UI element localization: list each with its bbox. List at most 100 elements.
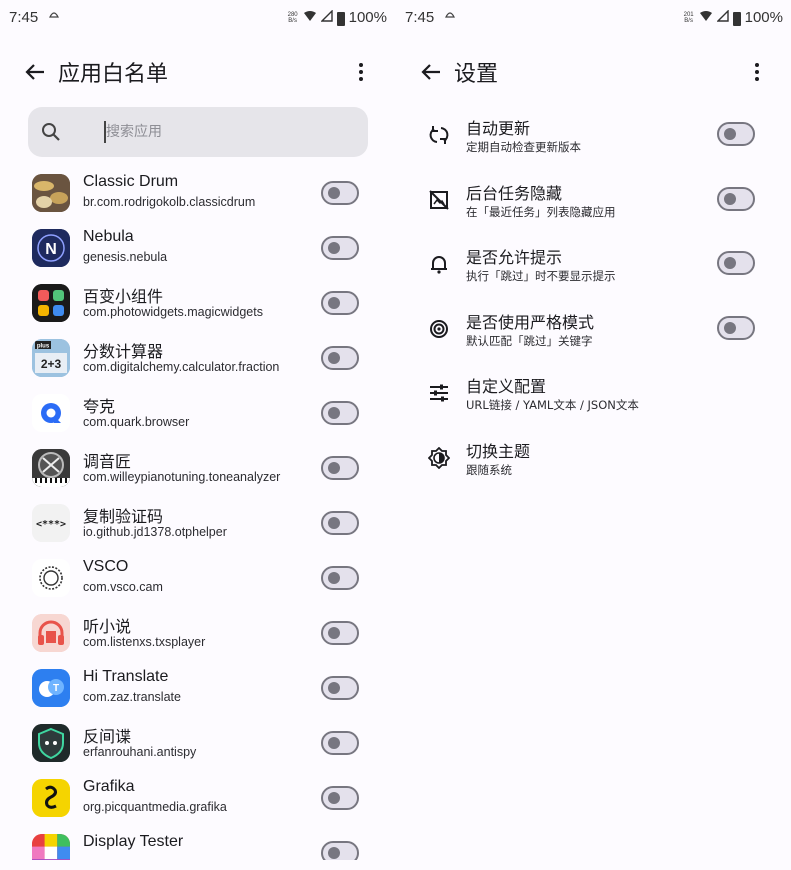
status-bar: 7:45 201 B/s 100% — [396, 0, 791, 34]
wifi-icon — [699, 9, 713, 26]
toggle-knob — [328, 572, 340, 584]
app-name: 反间谍 — [83, 729, 132, 746]
search-input[interactable] — [106, 118, 356, 146]
notification-icon — [48, 8, 60, 23]
app-row[interactable]: 百变小组件 com.photowidgets.magicwidgets — [0, 276, 395, 331]
setting-row[interactable]: 自定义配置 URL链接 / YAML文本 / JSON文本 — [396, 366, 791, 431]
app-row[interactable]: 调音匠 com.willeypianotuning.toneanalyzer — [0, 441, 395, 496]
whitelist-toggle[interactable] — [321, 401, 359, 425]
app-package: br.com.rodrigokolb.classicdrum — [83, 195, 256, 209]
app-row[interactable]: Grafika org.picquantmedia.grafika — [0, 771, 395, 826]
antispy-icon — [32, 724, 70, 762]
whitelist-toggle[interactable] — [321, 841, 359, 860]
grafika-icon — [32, 779, 70, 817]
battery-icon — [732, 11, 741, 26]
app-name: 复制验证码 — [83, 509, 164, 526]
widgets-icon — [32, 284, 70, 322]
setting-subtitle: 定期自动检查更新版本 — [466, 140, 581, 154]
app-row[interactable]: N Nebula genesis.nebula — [0, 221, 395, 276]
setting-subtitle: 默认匹配「跳过」关键字 — [466, 333, 593, 348]
whitelist-toggle[interactable] — [321, 456, 359, 480]
search-bar[interactable] — [28, 107, 368, 157]
back-arrow-icon[interactable] — [418, 58, 446, 86]
toggle-knob — [328, 462, 340, 474]
whitelist-toggle[interactable] — [321, 786, 359, 810]
setting-row[interactable]: 是否允许提示 执行「跳过」时不要显示提示 — [396, 237, 791, 302]
app-row[interactable]: 听小说 com.listenxs.txsplayer — [0, 606, 395, 661]
setting-subtitle: 在「最近任务」列表隐藏应用 — [466, 204, 616, 219]
svg-text:T: T — [53, 683, 59, 694]
hide-image-icon — [428, 189, 450, 211]
vsco-icon — [32, 559, 70, 597]
toggle-knob — [724, 257, 736, 269]
whitelist-toggle[interactable] — [321, 621, 359, 645]
toggle-knob — [724, 128, 736, 140]
more-vert-icon[interactable] — [745, 60, 769, 84]
toggle-knob — [328, 792, 340, 804]
setting-toggle[interactable] — [717, 186, 755, 211]
whitelist-toggle[interactable] — [321, 511, 359, 535]
app-row[interactable]: Classic Drum br.com.rodrigokolb.classicdr… — [0, 166, 395, 221]
app-name: Hi Translate — [83, 668, 169, 685]
setting-row[interactable]: 切换主题 跟随系统 — [396, 431, 791, 496]
app-package: com.zaz.translate — [83, 690, 181, 704]
app-name: Grafika — [83, 778, 135, 795]
app-row[interactable]: 夸克 com.quark.browser — [0, 386, 395, 441]
setting-title: 是否使用严格模式 — [466, 312, 595, 332]
app-row[interactable]: T Hi Translate com.zaz.translate — [0, 661, 395, 716]
app-row[interactable]: plus 2+3 分数计算器 com.digitalchemy.calculator.… — [0, 331, 395, 386]
app-list: Classic Drum br.com.rodrigokolb.classicdr… — [0, 166, 395, 860]
setting-toggle[interactable] — [717, 122, 755, 146]
toggle-knob — [724, 321, 736, 334]
settings-screen: 7:45 201 B/s 100% 设置 自动更新 定期自动检查更新版本 后台任务隐… — [396, 0, 791, 870]
setting-row[interactable]: 自动更新 定期自动检查更新版本 — [396, 108, 791, 173]
status-time: 7:45 — [9, 9, 39, 26]
setting-subtitle: URL链接 / YAML文本 / JSON文本 — [466, 398, 639, 412]
app-name: 百变小组件 — [83, 289, 164, 306]
setting-toggle[interactable] — [717, 251, 755, 275]
piano-tuning-icon — [32, 449, 70, 487]
calculator-icon: plus 2+3 — [32, 339, 70, 377]
setting-subtitle: 跟随系统 — [466, 462, 512, 477]
app-bar: 应用白名单 — [0, 50, 395, 94]
network-speed: 201 B/s — [683, 11, 694, 24]
drum-icon — [32, 174, 70, 212]
headphones-icon — [32, 614, 70, 652]
toggle-knob — [328, 682, 340, 694]
toggle-knob — [328, 517, 340, 529]
toggle-knob — [328, 627, 340, 639]
whitelist-toggle[interactable] — [321, 346, 359, 370]
setting-row[interactable]: 是否使用严格模式 默认匹配「跳过」关键字 — [396, 302, 791, 367]
app-package: com.willeypianotuning.toneanalyzer — [83, 470, 281, 484]
app-name: VSCO — [83, 558, 129, 575]
app-row[interactable]: <***> 复制验证码 io.github.jd1378.otphelper — [0, 496, 395, 551]
whitelist-toggle[interactable] — [321, 731, 359, 755]
whitelist-toggle[interactable] — [321, 566, 359, 590]
setting-toggle[interactable] — [717, 315, 755, 340]
page-title: 应用白名单 — [58, 62, 169, 87]
more-vert-icon[interactable] — [349, 60, 373, 84]
svg-text:plus: plus — [37, 344, 50, 350]
app-row[interactable]: Display Tester — [0, 826, 395, 860]
whitelist-toggle[interactable] — [321, 676, 359, 700]
whitelist-toggle[interactable] — [321, 291, 359, 315]
app-package: com.photowidgets.magicwidgets — [83, 305, 263, 319]
app-row[interactable]: 反间谍 erfanrouhani.antispy — [0, 716, 395, 771]
app-name: Classic Drum — [83, 173, 179, 190]
back-arrow-icon[interactable] — [22, 58, 50, 86]
whitelist-toggle[interactable] — [321, 181, 359, 205]
app-name: Nebula — [83, 228, 134, 245]
svg-text:N: N — [45, 241, 57, 258]
app-row[interactable]: VSCO com.vsco.cam — [0, 551, 395, 606]
whitelist-toggle[interactable] — [321, 236, 359, 260]
search-icon — [40, 121, 62, 143]
status-time: 7:45 — [405, 9, 435, 26]
quark-icon — [32, 394, 70, 432]
app-name: Display Tester — [83, 833, 184, 850]
nebula-icon: N — [32, 229, 70, 267]
setting-row[interactable]: 后台任务隐藏 在「最近任务」列表隐藏应用 — [396, 173, 791, 238]
app-bar: 设置 — [396, 50, 791, 94]
app-name: 调音匠 — [83, 454, 132, 471]
battery-icon — [336, 11, 345, 26]
network-speed: 280 B/s — [287, 11, 298, 24]
